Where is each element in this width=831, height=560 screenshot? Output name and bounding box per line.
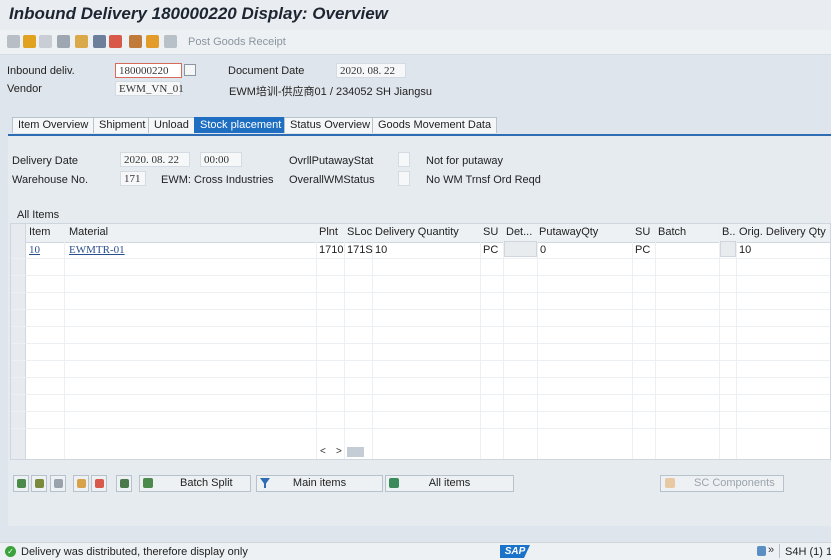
tab-status-overview[interactable]: Status Overview — [284, 117, 377, 133]
ovrll-putaway-field[interactable] — [398, 152, 410, 167]
deselect-all-icon[interactable] — [50, 475, 66, 492]
delivery-date-field[interactable]: 2020. 08. 22 — [120, 152, 190, 167]
status-divider — [779, 544, 780, 558]
delivery-date-label: Delivery Date — [12, 155, 79, 167]
delivery-time-field[interactable]: 00:00 — [200, 152, 242, 167]
other-delivery-icon[interactable] — [39, 35, 52, 48]
batch-split-icon — [143, 478, 153, 488]
cell-putaway-qty[interactable]: 0 — [540, 244, 546, 256]
column-delivery-quantity[interactable]: Delivery Quantity — [375, 226, 459, 238]
scroll-left-icon[interactable]: < — [320, 446, 326, 457]
inbound-deliv-label: Inbound deliv. — [7, 65, 75, 77]
application-toolbar: Post Goods Receipt — [0, 30, 831, 55]
cell-orig-qty: 10 — [739, 244, 752, 256]
details-icon[interactable] — [13, 475, 29, 492]
session-icon[interactable] — [757, 546, 766, 556]
copy-icon[interactable] — [184, 64, 196, 76]
scroll-right-icon[interactable]: > — [336, 446, 342, 457]
main-items-button[interactable]: Main items — [256, 475, 383, 492]
insert-row-icon[interactable] — [73, 475, 89, 492]
vendor-field[interactable]: EWM_VN_01 — [115, 81, 184, 96]
items-table: Item Material Plnt SLoc Delivery Quantit… — [10, 223, 831, 460]
scroll-thumb[interactable] — [347, 447, 364, 457]
monitor-icon[interactable] — [146, 35, 159, 48]
cell-item[interactable]: 10 — [29, 244, 40, 256]
all-items-button[interactable]: All items — [385, 475, 514, 492]
column-sloc[interactable]: SLoc — [347, 226, 372, 238]
all-items-label: All Items — [17, 209, 60, 221]
tools-icon[interactable] — [109, 35, 122, 48]
cell-su: PC — [483, 244, 499, 256]
warehouse-field[interactable]: 171 — [120, 171, 146, 186]
inbound-deliv-field[interactable]: 180000220 — [115, 63, 182, 78]
expand-icon[interactable]: » — [768, 544, 774, 556]
page-title: Inbound Delivery 180000220 Display: Over… — [9, 4, 388, 23]
cell-b[interactable] — [720, 241, 736, 257]
tab-goods-movement-data[interactable]: Goods Movement Data — [372, 117, 498, 133]
ovrll-putaway-text: Not for putaway — [426, 155, 504, 167]
all-items-icon — [389, 478, 399, 488]
sap-logo: SAP — [500, 545, 530, 558]
column-orig-delivery-qty[interactable]: Orig. Delivery Qty — [739, 226, 826, 238]
document-flow-icon[interactable] — [57, 35, 70, 48]
overall-wm-label: OverallWMStatus — [289, 174, 375, 186]
warehouse-label: Warehouse No. — [12, 174, 89, 186]
tab-strip: Item Overview Shipment Unload Stock plac… — [8, 117, 831, 136]
warehouse-description: EWM: Cross Industries — [161, 174, 274, 186]
select-all-icon[interactable] — [31, 475, 47, 492]
wand-icon[interactable] — [7, 35, 20, 48]
column-item[interactable]: Item — [29, 226, 50, 238]
column-material[interactable]: Material — [69, 226, 108, 238]
table-header: Item Material Plnt SLoc Delivery Quantit… — [11, 224, 830, 243]
status-bar: ✓ Delivery was distributed, therefore di… — [0, 542, 831, 560]
batch-split-button[interactable]: Batch Split — [139, 475, 251, 492]
vendor-description: EWM培训-供应商01 / 234052 SH Jiangsu — [229, 86, 432, 98]
column-batch[interactable]: Batch — [658, 226, 686, 238]
ovrll-putaway-label: OvrllPutawayStat — [289, 155, 374, 167]
display-change-icon[interactable] — [23, 35, 36, 48]
document-date-field[interactable]: 2020. 08. 22 — [336, 63, 406, 78]
system-info: S4H (1) 1 — [785, 546, 831, 558]
tab-unload[interactable]: Unload — [148, 117, 195, 133]
print-icon[interactable] — [93, 35, 106, 48]
cell-delivery-qty: 10 — [375, 244, 388, 256]
cell-plnt: 1710 — [319, 244, 344, 256]
vendor-label: Vendor — [7, 83, 42, 95]
tab-stock-placement[interactable]: Stock placement — [194, 117, 288, 133]
cell-material[interactable]: EWMTR-01 — [69, 244, 125, 256]
delete-row-icon[interactable] — [91, 475, 107, 492]
title-bar: Inbound Delivery 180000220 Display: Over… — [0, 0, 831, 31]
column-det[interactable]: Det... — [506, 226, 532, 238]
tab-shipment[interactable]: Shipment — [93, 117, 152, 133]
post-goods-receipt-button[interactable]: Post Goods Receipt — [188, 36, 286, 48]
column-su[interactable]: SU — [483, 226, 498, 238]
document-date-label: Document Date — [228, 65, 305, 77]
overall-wm-field[interactable] — [398, 171, 410, 186]
overall-wm-text: No WM Trnsf Ord Reqd — [426, 174, 541, 186]
header-icon[interactable] — [75, 35, 88, 48]
grid-icon[interactable] — [164, 35, 177, 48]
sc-components-button: SC Components — [660, 475, 784, 492]
column-plnt[interactable]: Plnt — [319, 226, 338, 238]
column-su-2[interactable]: SU — [635, 226, 650, 238]
packing-icon[interactable] — [129, 35, 142, 48]
column-b[interactable]: B.. — [722, 226, 735, 238]
tab-item-overview[interactable]: Item Overview — [12, 117, 95, 133]
layout-icon[interactable] — [116, 475, 132, 492]
sc-components-icon — [665, 478, 675, 488]
cell-su-2: PC — [635, 244, 651, 256]
row-selector-column[interactable] — [11, 224, 26, 459]
column-putaway-qty[interactable]: PutawayQty — [539, 226, 598, 238]
cell-det[interactable] — [504, 241, 537, 257]
success-icon: ✓ — [5, 546, 16, 557]
cell-sloc: 171S — [347, 244, 373, 256]
status-message: Delivery was distributed, therefore disp… — [21, 546, 248, 558]
